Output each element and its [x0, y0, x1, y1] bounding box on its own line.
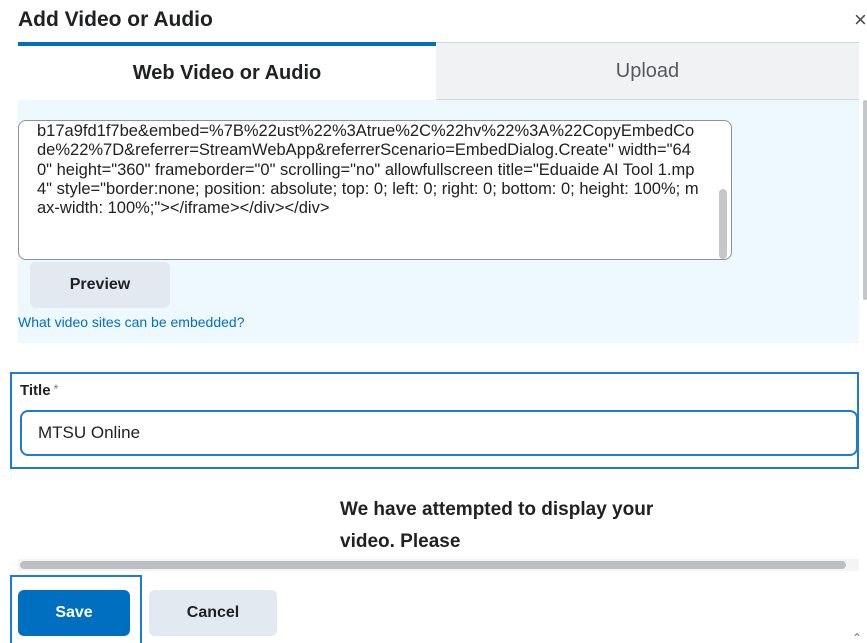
embed-panel: b17a9fd1f7be&embed=%7B%22ust%22%3Atrue%2…	[18, 100, 859, 343]
tab-web-video-or-audio[interactable]: Web Video or Audio	[18, 42, 436, 100]
cancel-button[interactable]: Cancel	[149, 590, 277, 636]
dialog-footer: Save Cancel ⌃	[0, 575, 867, 643]
title-field-group: Title *	[10, 372, 859, 469]
dialog-title: Add Video or Audio	[18, 8, 213, 31]
embed-code-text: b17a9fd1f7be&embed=%7B%22ust%22%3Atrue%2…	[37, 122, 699, 218]
preview-message: We have attempted to display your video.…	[340, 499, 654, 552]
resize-handle-icon[interactable]: ⌃	[852, 631, 864, 643]
horizontal-scrollbar-thumb[interactable]	[20, 561, 846, 569]
dialog-vertical-scrollbar[interactable]	[863, 100, 867, 300]
close-icon[interactable]: ×	[854, 8, 867, 32]
required-mark: *	[53, 382, 59, 396]
tab-upload[interactable]: Upload	[436, 42, 859, 100]
title-input[interactable]	[20, 410, 858, 456]
add-video-dialog: Add Video or Audio × Web Video or Audio …	[0, 0, 867, 643]
tab-bar: Web Video or Audio Upload	[18, 42, 859, 100]
embed-code-textarea[interactable]: b17a9fd1f7be&embed=%7B%22ust%22%3Atrue%2…	[18, 120, 732, 260]
textarea-scrollbar[interactable]	[719, 189, 727, 259]
title-label: Title *	[20, 382, 58, 399]
horizontal-scrollbar[interactable]	[18, 559, 859, 571]
embeddable-sites-link[interactable]: What video sites can be embedded?	[18, 314, 244, 330]
title-label-text: Title	[20, 382, 51, 399]
preview-button[interactable]: Preview	[30, 262, 170, 308]
save-button[interactable]: Save	[18, 590, 130, 636]
